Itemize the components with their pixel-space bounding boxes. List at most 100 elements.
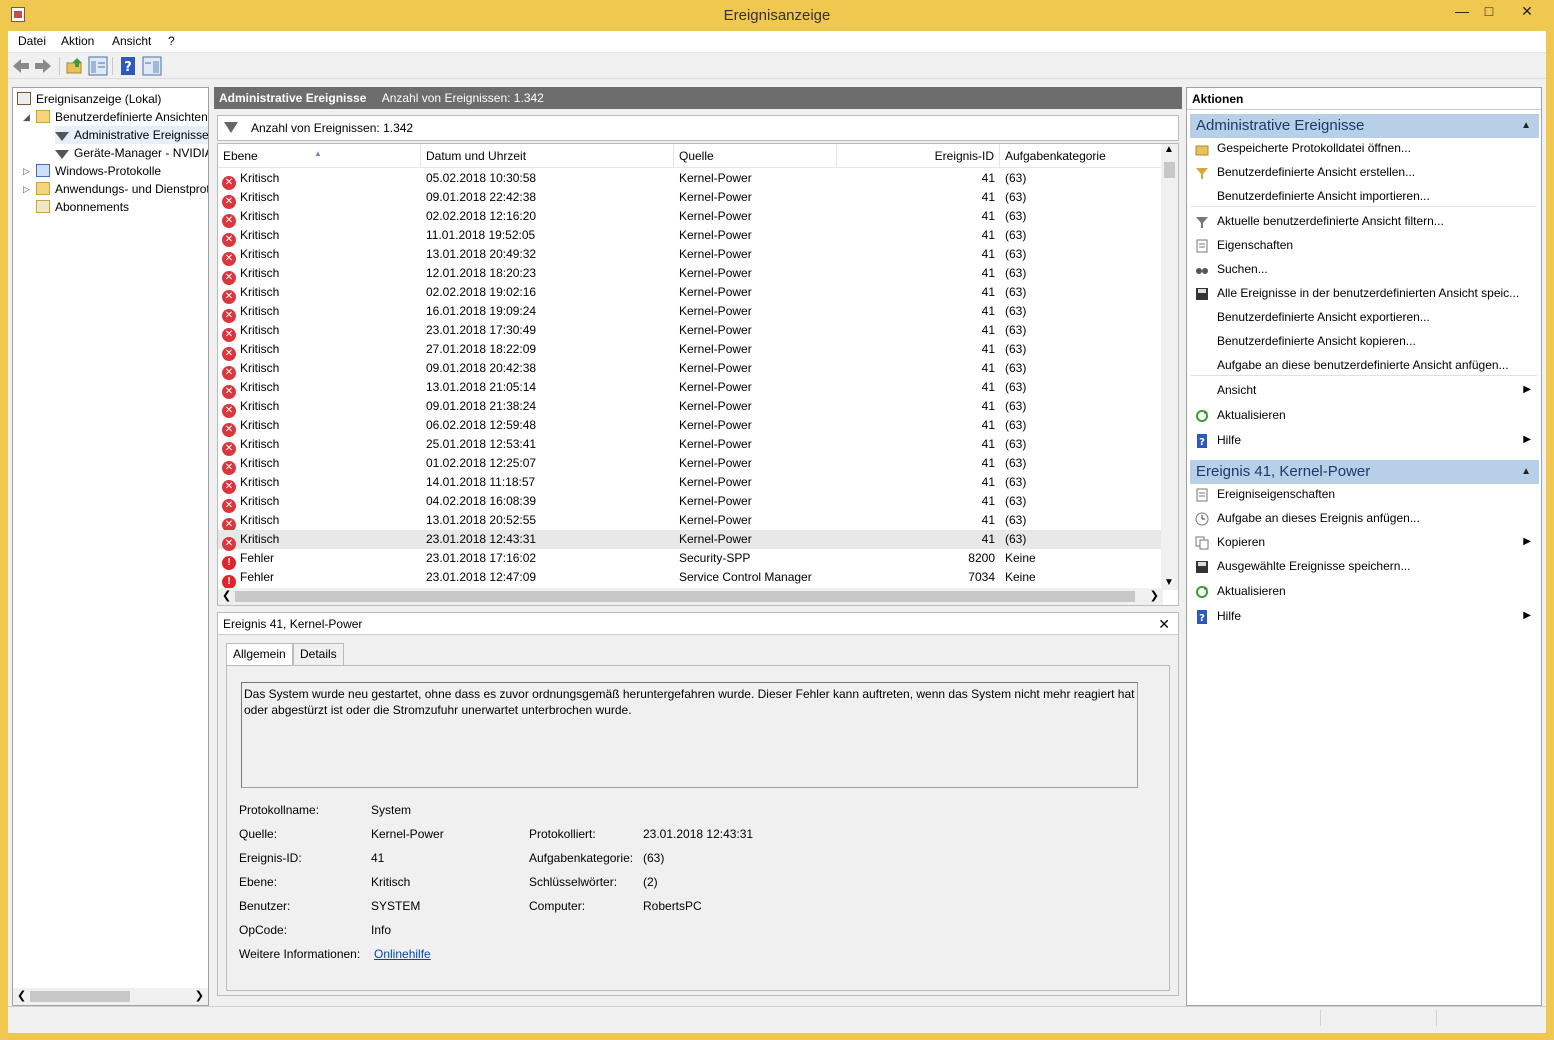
back-arrow-icon[interactable] — [11, 56, 31, 76]
table-row[interactable]: ! Fehler 23.01.2018 12:47:09 Service Contro… — [218, 568, 1163, 589]
scroll-thumb[interactable] — [30, 991, 130, 1002]
table-row[interactable]: ✕ Kritisch 09.01.2018 21:38:24 Kernel-Power… — [218, 397, 1163, 418]
tree-item-root[interactable]: Ereignisanzeige (Lokal) — [17, 90, 161, 108]
action-item[interactable]: Aktualisieren — [1191, 580, 1537, 602]
tab-general[interactable]: Allgemein — [226, 643, 293, 667]
action-label: Ausgewählte Ereignisse speichern... — [1217, 559, 1411, 573]
table-row[interactable]: ✕ Kritisch 01.02.2018 12:25:07 Kernel-Power… — [218, 454, 1163, 475]
close-icon[interactable]: ✕ — [1158, 613, 1170, 635]
tree-item-subscriptions[interactable]: Abonnements — [36, 198, 129, 216]
action-item[interactable]: Eigenschaften — [1191, 234, 1537, 256]
column-header-task-category[interactable]: Aufgabenkategorie — [1000, 144, 1163, 168]
tree-item-device-manager[interactable]: Geräte-Manager - NVIDIA — [55, 144, 208, 162]
collapse-arrow-icon[interactable]: ◢ — [23, 112, 30, 123]
forward-arrow-icon[interactable] — [33, 56, 53, 76]
action-item[interactable]: Benutzerdefinierte Ansicht erstellen... — [1191, 161, 1537, 183]
action-label: Benutzerdefinierte Ansicht exportieren..… — [1217, 310, 1430, 324]
actions-section-admin-events[interactable]: Administrative Ereignisse ▲ — [1190, 114, 1539, 138]
column-header-date[interactable]: Datum und Uhrzeit — [421, 144, 674, 168]
menu-ansicht[interactable]: Ansicht — [112, 34, 151, 48]
scroll-down-icon[interactable]: ▼ — [1164, 577, 1174, 588]
action-item[interactable]: Benutzerdefinierte Ansicht exportieren..… — [1191, 306, 1537, 328]
table-horizontal-scrollbar[interactable]: ❮ ❯ — [218, 588, 1163, 605]
show-hide-action-pane-icon[interactable] — [142, 56, 162, 76]
scroll-thumb[interactable] — [1164, 162, 1175, 178]
action-item[interactable]: Ansicht ▶ — [1191, 379, 1537, 401]
table-row[interactable]: ✕ Kritisch 02.02.2018 12:16:20 Kernel-Power… — [218, 207, 1163, 228]
column-header-level[interactable]: Ebene ▲ — [218, 144, 421, 168]
table-row[interactable]: ✕ Kritisch 13.01.2018 20:52:55 Kernel-Power… — [218, 511, 1163, 532]
scroll-right-icon[interactable]: ❯ — [1150, 589, 1159, 602]
action-item[interactable]: Ausgewählte Ereignisse speichern... — [1191, 555, 1537, 577]
level-text: Kritisch — [240, 513, 280, 527]
cell-task-category: (63) — [1005, 171, 1027, 185]
view-title: Administrative Ereignisse — [219, 91, 367, 105]
minimize-button[interactable]: — — [1447, 0, 1477, 24]
table-row[interactable]: ✕ Kritisch 13.01.2018 20:49:32 Kernel-Power… — [218, 245, 1163, 266]
table-row[interactable]: ✕ Kritisch 23.01.2018 17:30:49 Kernel-Power… — [218, 321, 1163, 342]
tree-item-admin-events[interactable]: Administrative Ereignisse — [55, 126, 208, 144]
action-item[interactable]: Gespeicherte Protokolldatei öffnen... — [1191, 137, 1537, 159]
action-item[interactable]: Benutzerdefinierte Ansicht importieren..… — [1191, 185, 1537, 207]
table-row[interactable]: ✕ Kritisch 23.01.2018 12:43:31 Kernel-Power… — [218, 530, 1163, 551]
action-item[interactable]: Alle Ereignisse in der benutzerdefiniert… — [1191, 282, 1537, 304]
expand-arrow-icon[interactable]: ▷ — [23, 166, 30, 177]
menu-datei[interactable]: Datei — [18, 34, 46, 48]
maximize-button[interactable]: □ — [1474, 0, 1504, 24]
table-row[interactable]: ✕ Kritisch 06.02.2018 12:59:48 Kernel-Power… — [218, 416, 1163, 437]
tree-horizontal-scrollbar[interactable]: ❮ ❯ — [13, 988, 208, 1005]
action-item[interactable]: Aktuelle benutzerdefinierte Ansicht filt… — [1191, 210, 1537, 232]
tab-details[interactable]: Details — [293, 643, 344, 666]
tree-item-custom-views[interactable]: Benutzerdefinierte Ansichten — [36, 108, 208, 126]
show-hide-tree-icon[interactable] — [88, 56, 108, 76]
level-text: Kritisch — [240, 304, 280, 318]
table-row[interactable]: ! Fehler 23.01.2018 17:16:02 Security-SPP 82… — [218, 549, 1163, 570]
scroll-left-icon[interactable]: ❮ — [222, 589, 231, 602]
create-filter-icon — [1195, 165, 1209, 179]
scroll-right-icon[interactable]: ❯ — [195, 989, 204, 1002]
cell-level: ✕ Kritisch — [222, 473, 421, 494]
actions-section-event[interactable]: Ereignis 41, Kernel-Power ▲ — [1190, 460, 1539, 484]
expand-arrow-icon[interactable]: ▷ — [23, 184, 30, 195]
scroll-left-icon[interactable]: ❮ — [17, 989, 26, 1002]
tree-item-windows-logs[interactable]: Windows-Protokolle — [36, 162, 161, 180]
close-button[interactable]: ✕ — [1510, 0, 1544, 24]
table-row[interactable]: ✕ Kritisch 27.01.2018 18:22:09 Kernel-Power… — [218, 340, 1163, 361]
action-item[interactable]: Aufgabe an dieses Ereignis anfügen... — [1191, 507, 1537, 529]
collapse-icon[interactable]: ▲ — [1521, 114, 1531, 138]
tree-item-app-services[interactable]: Anwendungs- und Dienstprotokolle — [36, 180, 208, 198]
column-header-event-id[interactable]: Ereignis-ID — [837, 144, 1000, 168]
column-header-source[interactable]: Quelle — [674, 144, 837, 168]
online-help-link[interactable]: Onlinehilfe — [374, 946, 431, 962]
menu-aktion[interactable]: Aktion — [61, 34, 94, 48]
table-row[interactable]: ✕ Kritisch 16.01.2018 19:09:24 Kernel-Power… — [218, 302, 1163, 323]
scroll-thumb[interactable] — [235, 591, 1135, 602]
table-row[interactable]: ✕ Kritisch 14.01.2018 11:18:57 Kernel-Power… — [218, 473, 1163, 494]
action-item[interactable]: ? Hilfe ▶ — [1191, 429, 1537, 451]
table-row[interactable]: ✕ Kritisch 09.01.2018 20:42:38 Kernel-Power… — [218, 359, 1163, 380]
section-label: Administrative Ereignisse — [1196, 117, 1365, 134]
table-row[interactable]: ✕ Kritisch 25.01.2018 12:53:41 Kernel-Power… — [218, 435, 1163, 456]
action-item[interactable]: Kopieren ▶ — [1191, 531, 1537, 553]
action-item[interactable]: Aktualisieren — [1191, 404, 1537, 426]
level-text: Kritisch — [240, 342, 280, 356]
collapse-icon[interactable]: ▲ — [1521, 460, 1531, 484]
menu-help[interactable]: ? — [168, 34, 175, 48]
action-item[interactable]: Suchen... — [1191, 258, 1537, 280]
table-row[interactable]: ✕ Kritisch 11.01.2018 19:52:05 Kernel-Power… — [218, 226, 1163, 247]
table-row[interactable]: ✕ Kritisch 05.02.2018 10:30:58 Kernel-Power… — [218, 169, 1163, 190]
action-item[interactable]: ? Hilfe ▶ — [1191, 605, 1537, 627]
table-row[interactable]: ✕ Kritisch 13.01.2018 21:05:14 Kernel-Power… — [218, 378, 1163, 399]
scroll-up-icon[interactable]: ▲ — [1164, 144, 1174, 155]
help-icon[interactable]: ? — [118, 56, 138, 76]
table-vertical-scrollbar[interactable]: ▲ ▼ — [1161, 144, 1178, 590]
action-item[interactable]: Benutzerdefinierte Ansicht kopieren... — [1191, 330, 1537, 352]
event-description[interactable]: Das System wurde neu gestartet, ohne das… — [241, 682, 1138, 788]
action-item[interactable]: Aufgabe an diese benutzerdefinierte Ansi… — [1191, 354, 1537, 376]
table-row[interactable]: ✕ Kritisch 09.01.2018 22:42:38 Kernel-Power… — [218, 188, 1163, 209]
table-row[interactable]: ✕ Kritisch 02.02.2018 19:02:16 Kernel-Power… — [218, 283, 1163, 304]
action-item[interactable]: Ereigniseigenschaften — [1191, 483, 1537, 505]
table-row[interactable]: ✕ Kritisch 12.01.2018 18:20:23 Kernel-Power… — [218, 264, 1163, 285]
table-row[interactable]: ✕ Kritisch 04.02.2018 16:08:39 Kernel-Power… — [218, 492, 1163, 513]
up-folder-icon[interactable] — [65, 56, 85, 76]
